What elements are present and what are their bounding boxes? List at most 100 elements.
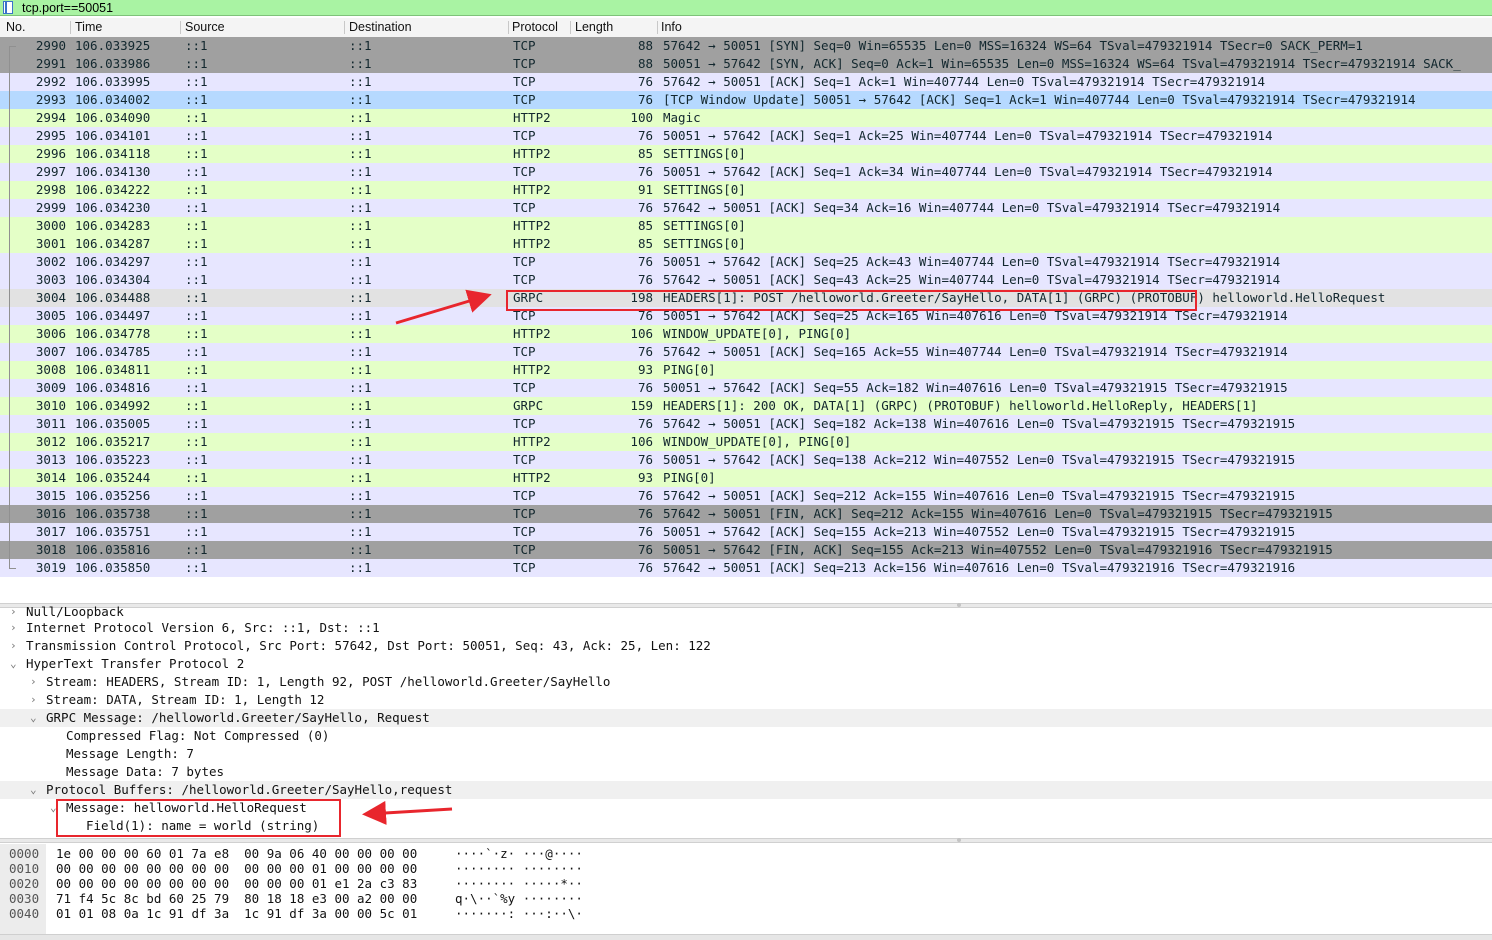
packet-length: 198 — [630, 290, 653, 305]
packet-row[interactable]: 2994 106.034090::1::1 HTTP2 100 Magic — [0, 109, 1492, 127]
detail-tree-item[interactable]: ⌄ HyperText Transfer Protocol 2 — [0, 655, 1492, 673]
bookmark-icon[interactable] — [3, 1, 13, 14]
chevron-right-icon[interactable]: › — [30, 673, 40, 691]
detail-tree-label: Internet Protocol Version 6, Src: ::1, D… — [26, 620, 380, 635]
packet-length: 76 — [637, 506, 653, 521]
packet-row[interactable]: 2999 106.034230::1::1 TCP 76 57642 → 50051 [… — [0, 199, 1492, 217]
packet-row[interactable]: 3010 106.034992::1::1 GRPC 159 HEADERS[1]: 2… — [0, 397, 1492, 415]
column-protocol[interactable]: Protocol — [512, 20, 558, 34]
packet-row[interactable]: 2996 106.034118::1::1 HTTP2 85 SETTINGS[0] — [0, 145, 1492, 163]
packet-row[interactable]: 3002 106.034297::1::1 TCP 76 50051 → 57642 [… — [0, 253, 1492, 271]
display-filter-input[interactable] — [18, 0, 1486, 15]
detail-tree-label: GRPC Message: /helloworld.Greeter/SayHel… — [46, 710, 430, 725]
packet-source: ::1 — [185, 56, 208, 71]
packet-no: 3015 — [35, 488, 66, 503]
packet-time: 106.035256 — [75, 488, 151, 503]
column-destination[interactable]: Destination — [349, 20, 412, 34]
chevron-right-icon[interactable]: › — [30, 691, 40, 709]
chevron-down-icon[interactable]: ⌄ — [30, 781, 40, 799]
packet-destination: ::1 — [349, 470, 372, 485]
packet-row[interactable]: 2998 106.034222::1::1 HTTP2 91 SETTINGS[0] — [0, 181, 1492, 199]
packet-time: 106.034130 — [75, 164, 151, 179]
packet-row[interactable]: 3019 106.035850::1::1 TCP 76 57642 → 50051 [… — [0, 559, 1492, 577]
packet-row[interactable]: 2997 106.034130::1::1 TCP 76 50051 → 57642 [… — [0, 163, 1492, 181]
packet-row[interactable]: 3016 106.035738::1::1 TCP 76 57642 → 50051 [… — [0, 505, 1492, 523]
packet-row[interactable]: 3012 106.035217::1::1 HTTP2 106 WINDOW_UPDAT… — [0, 433, 1492, 451]
chevron-right-icon[interactable]: › — [10, 637, 20, 655]
packet-destination: ::1 — [349, 236, 372, 251]
detail-tree-item[interactable]: › Transmission Control Protocol, Src Port… — [0, 637, 1492, 655]
packet-no: 3010 — [35, 398, 66, 413]
packet-no: 3011 — [35, 416, 66, 431]
packet-no: 2996 — [35, 146, 66, 161]
column-info[interactable]: Info — [661, 20, 682, 34]
packet-row[interactable]: 2992 106.033995::1::1 TCP 76 57642 → 50051 [… — [0, 73, 1492, 91]
chevron-down-icon[interactable]: ⌄ — [30, 709, 40, 727]
detail-tree-item[interactable]: Field(1): name = world (string) — [0, 817, 1492, 835]
packet-row[interactable]: 3006 106.034778::1::1 HTTP2 106 WINDOW_UPDAT… — [0, 325, 1492, 343]
packet-info: 57642 → 50051 [ACK] Seq=165 Ack=55 Win=4… — [663, 344, 1288, 359]
column-length[interactable]: Length — [575, 20, 613, 34]
detail-tree-item[interactable]: › Internet Protocol Version 6, Src: ::1, … — [0, 619, 1492, 637]
byte-hex: 00 00 00 00 00 00 00 00 00 00 00 01 00 0… — [56, 861, 418, 876]
packet-row[interactable]: 3018 106.035816::1::1 TCP 76 50051 → 57642 [… — [0, 541, 1492, 559]
packet-row[interactable]: 2993 106.034002::1::1 TCP 76 [TCP Window Upd… — [0, 91, 1492, 109]
packet-protocol: TCP — [513, 506, 536, 521]
packet-protocol: TCP — [513, 308, 536, 323]
detail-tree-item[interactable]: › Stream: HEADERS, Stream ID: 1, Length 9… — [0, 673, 1492, 691]
packet-info: 50051 → 57642 [ACK] Seq=138 Ack=212 Win=… — [663, 452, 1296, 467]
packet-protocol: HTTP2 — [513, 236, 551, 251]
column-time[interactable]: Time — [75, 20, 102, 34]
detail-tree-item[interactable]: Compressed Flag: Not Compressed (0) — [0, 727, 1492, 745]
packet-row[interactable]: 3013 106.035223::1::1 TCP 76 50051 → 57642 [… — [0, 451, 1492, 469]
packet-row[interactable]: 3011 106.035005::1::1 TCP 76 57642 → 50051 [… — [0, 415, 1492, 433]
packet-row[interactable]: 3001 106.034287::1::1 HTTP2 85 SETTINGS[0] — [0, 235, 1492, 253]
packet-row[interactable]: 3008 106.034811::1::1 HTTP2 93 PING[0] — [0, 361, 1492, 379]
detail-tree-item[interactable]: ⌄ Protocol Buffers: /helloworld.Greeter/S… — [0, 781, 1492, 799]
byte-ascii: ····`·z· ···@···· — [455, 846, 583, 861]
packet-info: SETTINGS[0] — [663, 218, 746, 233]
detail-tree-item[interactable]: Message Data: 7 bytes — [0, 763, 1492, 781]
packet-row[interactable]: 3014 106.035244::1::1 HTTP2 93 PING[0] — [0, 469, 1492, 487]
packet-row[interactable]: 2995 106.034101::1::1 TCP 76 50051 → 57642 [… — [0, 127, 1492, 145]
packet-row[interactable]: 2990 106.033925::1::1 TCP 88 57642 → 50051 [… — [0, 37, 1492, 56]
packet-row[interactable]: 3004 106.034488::1::1 GRPC 198 HEADERS[1]: P… — [0, 289, 1492, 307]
byte-ascii: ·······: ···:··\· — [455, 906, 583, 921]
packet-row[interactable]: 3017 106.035751::1::1 TCP 76 50051 → 57642 [… — [0, 523, 1492, 541]
packet-time: 106.034304 — [75, 272, 151, 287]
detail-tree-item[interactable]: ⌄ GRPC Message: /helloworld.Greeter/SayHe… — [0, 709, 1492, 727]
packet-source: ::1 — [185, 380, 208, 395]
packet-time: 106.034090 — [75, 110, 151, 125]
detail-tree-item[interactable]: ⌄ Message: helloworld.HelloRequest — [0, 799, 1492, 817]
packet-info: HEADERS[1]: POST /helloworld.Greeter/Say… — [663, 290, 1386, 305]
packet-protocol: GRPC — [513, 398, 544, 413]
packet-row[interactable]: 3003 106.034304::1::1 TCP 76 57642 → 50051 [… — [0, 271, 1492, 289]
packet-row[interactable]: 3015 106.035256::1::1 TCP 76 57642 → 50051 [… — [0, 487, 1492, 505]
packet-length: 85 — [637, 218, 653, 233]
packet-destination: ::1 — [349, 56, 372, 71]
packet-row[interactable]: 3005 106.034497::1::1 TCP 76 50051 → 57642 [… — [0, 307, 1492, 325]
packet-row[interactable]: 3007 106.034785::1::1 TCP 76 57642 → 50051 [… — [0, 343, 1492, 361]
packet-time: 106.034497 — [75, 308, 151, 323]
packet-info: 50051 → 57642 [ACK] Seq=55 Ack=182 Win=4… — [663, 380, 1288, 395]
chevron-down-icon[interactable]: ⌄ — [50, 799, 60, 817]
packet-row[interactable]: 2991 106.033986::1::1 TCP 88 50051 → 57642 [… — [0, 55, 1492, 73]
detail-tree-label: Stream: HEADERS, Stream ID: 1, Length 92… — [46, 674, 611, 689]
byte-ascii: q·\··`%y ········ — [455, 891, 583, 906]
packet-row[interactable]: 3000 106.034283::1::1 HTTP2 85 SETTINGS[0] — [0, 217, 1492, 235]
column-source[interactable]: Source — [185, 20, 225, 34]
packet-info: 50051 → 57642 [ACK] Seq=25 Ack=165 Win=4… — [663, 308, 1288, 323]
packet-protocol: HTTP2 — [513, 434, 551, 449]
packet-row[interactable]: 3009 106.034816::1::1 TCP 76 50051 → 57642 [… — [0, 379, 1492, 397]
detail-tree-item[interactable]: › Stream: DATA, Stream ID: 1, Length 12 — [0, 691, 1492, 709]
packet-protocol: TCP — [513, 542, 536, 557]
chevron-right-icon[interactable]: › — [10, 619, 20, 637]
pane-splitter[interactable] — [0, 838, 1492, 843]
packet-length: 76 — [637, 542, 653, 557]
column-no[interactable]: No. — [6, 20, 25, 34]
detail-tree-item[interactable]: Message Length: 7 — [0, 745, 1492, 763]
chevron-down-icon[interactable]: ⌄ — [10, 655, 20, 673]
packet-length: 76 — [637, 92, 653, 107]
packet-info: 57642 → 50051 [ACK] Seq=34 Ack=16 Win=40… — [663, 200, 1281, 215]
packet-source: ::1 — [185, 398, 208, 413]
